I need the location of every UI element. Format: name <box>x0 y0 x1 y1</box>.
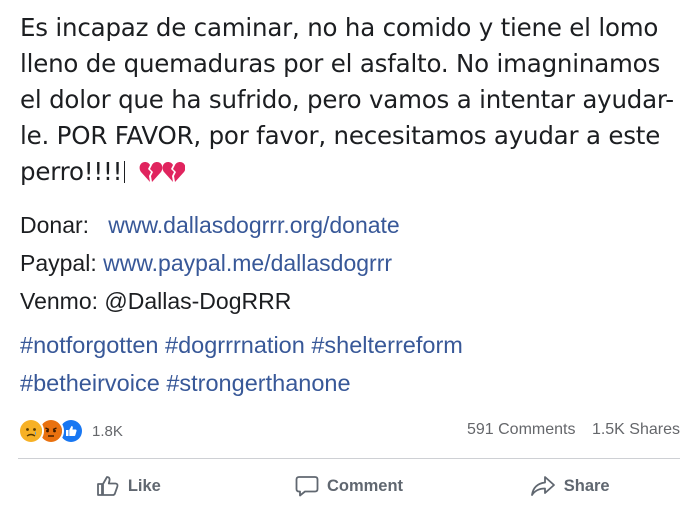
paypal-row: Paypal: www.paypal.me/dallasdogrrr <box>20 244 680 282</box>
broken-heart-emoji <box>139 158 186 194</box>
reaction-count[interactable]: 1.8K <box>92 423 123 440</box>
reactions-summary[interactable]: 1.8K <box>18 416 123 446</box>
like-button[interactable]: Like <box>18 466 239 506</box>
hashtag-line[interactable]: #notforgotten #dogrrrnation #shelterrefo… <box>20 326 680 364</box>
paypal-link[interactable]: www.paypal.me/dallasdogrrr <box>103 250 392 276</box>
hashtags: #notforgotten #dogrrrnation #shelterrefo… <box>20 326 680 402</box>
venmo-label: Venmo: <box>20 288 98 314</box>
text-cursor <box>124 161 126 183</box>
comments-count[interactable]: 591 Comments <box>467 421 576 438</box>
hashtag-line[interactable]: #betheirvoice #strongerthanone <box>20 364 680 402</box>
donate-link[interactable]: www.dallasdogrrr.org/donate <box>108 212 400 238</box>
facebook-post: Es incapaz de caminar, no ha comido y ti… <box>0 0 700 516</box>
comments-shares: 591 Comments 1.5K Shares <box>467 421 680 439</box>
like-label: Like <box>127 476 161 495</box>
post-text-line: lleno de quemaduras por el asfalto. No i… <box>20 49 661 78</box>
venmo-row: Venmo: @Dallas-DogRRR <box>20 282 680 320</box>
share-button[interactable]: Share <box>459 466 680 506</box>
post-text: Es incapaz de caminar, no ha comido y ti… <box>20 10 692 194</box>
post-stats: 1.8K 591 Comments 1.5K Shares <box>18 416 680 446</box>
paypal-label: Paypal: <box>20 250 97 276</box>
broken-heart-icon <box>139 162 186 182</box>
share-arrow-icon <box>530 476 555 496</box>
venmo-handle: @Dallas-DogRRR <box>104 288 292 314</box>
sad-reaction-icon <box>18 418 44 444</box>
share-label: Share <box>563 476 610 495</box>
post-text-line: perro!!!! <box>20 157 123 186</box>
post-text-last-line: perro!!!! <box>20 154 692 194</box>
donate-label: Donar: <box>20 212 90 238</box>
comment-button[interactable]: Comment <box>239 466 460 506</box>
post-text-line: le. POR FAVOR, por favor, necesitamos ay… <box>20 121 661 150</box>
divider <box>18 458 680 459</box>
donate-row: Donar: www.dallasdogrrr.org/donate <box>20 206 680 244</box>
post-text-line: Es incapaz de caminar, no ha comido y ti… <box>20 13 659 42</box>
post-text-line: el dolor que ha sufrido, pero vamos a in… <box>20 85 674 114</box>
comment-label: Comment <box>326 476 404 495</box>
donation-info: Donar: www.dallasdogrrr.org/donate Paypa… <box>20 206 680 320</box>
shares-count[interactable]: 1.5K Shares <box>592 421 680 438</box>
comment-icon <box>295 476 319 497</box>
thumbs-up-icon <box>96 476 119 496</box>
post-actions: Like Comment Share <box>18 466 680 506</box>
